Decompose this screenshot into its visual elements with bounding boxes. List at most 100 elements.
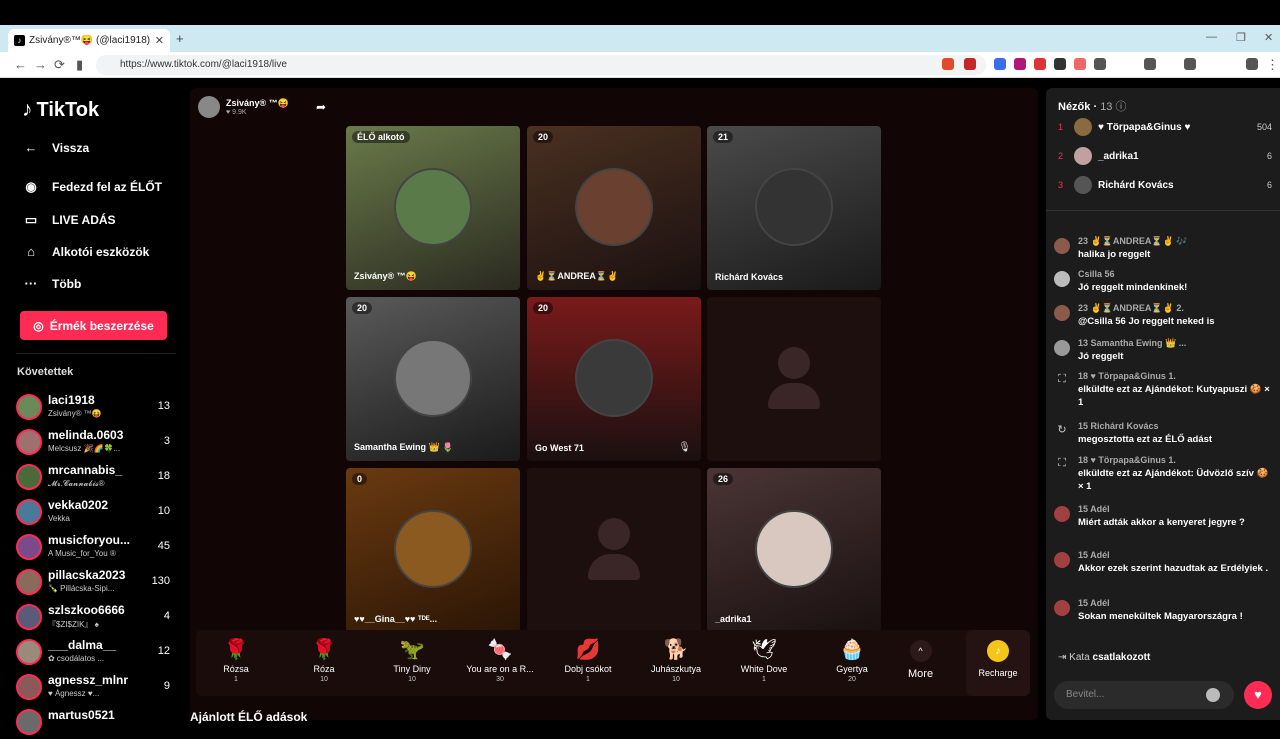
rose-icon: 🌹 [311, 639, 337, 661]
gift-item[interactable]: 🕊 White Dove 1 [724, 636, 804, 683]
following-item[interactable]: pillacska2023 🍾 Pillácska-Sipi... 130 [16, 567, 176, 599]
minimize-icon[interactable]: — [1206, 31, 1217, 43]
guest-tile[interactable]: 20 ✌⏳ANDREA⏳✌ [527, 126, 701, 290]
forward-nav-icon[interactable]: → [34, 57, 47, 72]
following-item[interactable]: szlszkoo6666 『$ZI$ZIK』 ♠ 4 [16, 602, 176, 634]
url-field[interactable]: https://www.tiktok.com/@laci1918/live [96, 55, 986, 75]
bookmark-icon[interactable]: ▮ [76, 57, 83, 73]
rewards-icon[interactable] [964, 58, 976, 70]
following-item[interactable]: agnessz_mlnr ♥ Ágnessz ♥... 9 [16, 672, 176, 704]
chat-sender[interactable]: 15 Richárd Kovács [1078, 421, 1159, 431]
placeholder-body [768, 383, 820, 409]
guest-tile[interactable]: 20 Samantha Ewing 👑 🌷 [346, 297, 520, 461]
emoji-icon[interactable] [1206, 688, 1220, 702]
back-link[interactable]: ← Vissza [22, 140, 90, 155]
guest-tile[interactable]: 0 ♥♥__Gina__♥♥ ᵀᴰᴱ... [346, 468, 520, 632]
top-viewer-row[interactable]: 3 Richárd Kovács 6 [1058, 174, 1272, 196]
nav-label: Több [52, 276, 82, 291]
extension-icon[interactable] [994, 58, 1006, 70]
top-viewer-row[interactable]: 1 ♥ Törpapa&Ginus ♥ 504 [1058, 116, 1272, 138]
gift-item[interactable]: 🧁 Gyertya 20 [812, 636, 892, 683]
following-item[interactable]: ___dalma__ ✿ csodálatos ... 12 [16, 637, 176, 669]
avatar[interactable] [1054, 238, 1070, 254]
following-sub: Vekka [48, 514, 70, 523]
coin-icon: ♪ [987, 640, 1009, 662]
following-item[interactable]: laci1918 Zsivány® ™😝 13 [16, 392, 176, 424]
like-heart-button[interactable]: ♥ [1244, 681, 1272, 709]
joined-user: Kata [1069, 652, 1090, 663]
avatar[interactable] [1054, 506, 1070, 522]
gift-item[interactable]: 🌹 Rózsa 1 [196, 636, 276, 683]
maximize-icon[interactable]: ❐ [1236, 31, 1246, 44]
following-name: pillacska2023 [48, 568, 126, 582]
download-icon[interactable] [1144, 58, 1156, 70]
recharge-button[interactable]: ♪ Recharge [966, 630, 1030, 696]
chat-input[interactable]: Bevitel... [1054, 681, 1234, 709]
guest-tile[interactable]: 20 Go West 71 🎙 [527, 297, 701, 461]
gift-item[interactable]: 🌹 Róza 10 [284, 636, 364, 683]
nav-explore-live[interactable]: ◉ Fedezd fel az ÉLŐT [22, 179, 162, 195]
get-coins-button[interactable]: ◎ Érmék beszerzése [20, 311, 167, 340]
nav-creator-tools[interactable]: ⌂ Alkotói eszközök [22, 244, 149, 259]
info-icon[interactable]: ⓘ [1116, 101, 1127, 113]
guest-tile[interactable]: ÉLŐ alkotó Zsivány® ™😝 [346, 126, 520, 290]
chat-sender[interactable]: Csilla 56 [1078, 269, 1115, 279]
following-item[interactable]: martus0521 [16, 707, 176, 739]
chat-sender[interactable]: 23 ✌⏳ANDREA⏳✌ 🎶 [1078, 236, 1188, 247]
chat-sender[interactable]: 15 Adél [1078, 504, 1110, 514]
guest-tile[interactable]: 21 Richárd Kovács [707, 126, 881, 290]
top-viewer-row[interactable]: 2 _adrika1 6 [1058, 145, 1272, 167]
extension-icon[interactable] [1074, 58, 1086, 70]
shield-icon[interactable] [1246, 58, 1258, 70]
more-gifts-button[interactable]: ^ More [908, 640, 933, 680]
empty-seat[interactable] [527, 468, 701, 632]
following-item[interactable]: musicforyou... A Music_for_You ® 45 [16, 532, 176, 564]
brave-shield-icon[interactable] [942, 58, 954, 70]
gift-item[interactable]: 🦖 Tiny Diny 10 [372, 636, 452, 683]
extension-icon[interactable] [1014, 58, 1026, 70]
following-item[interactable]: vekka0202 Vekka 10 [16, 497, 176, 529]
chat-sender[interactable]: 18 ♥ Törpapa&Ginus 1. [1078, 455, 1176, 465]
avatar[interactable] [1054, 600, 1070, 616]
hls-extension-icon[interactable] [1034, 58, 1046, 70]
close-window-icon[interactable]: ✕ [1264, 31, 1273, 44]
chat-sender[interactable]: 13 Samantha Ewing 👑 ... [1078, 338, 1186, 349]
house-icon: ⌂ [27, 244, 35, 259]
host-avatar[interactable] [198, 96, 220, 118]
chat-sender[interactable]: 15 Adél [1078, 598, 1110, 608]
close-tab-icon[interactable]: ✕ [155, 34, 164, 47]
following-name: melinda.0603 [48, 428, 124, 442]
avatar[interactable] [1054, 552, 1070, 568]
nav-live-studio[interactable]: ▭ LIVE ADÁS [22, 212, 116, 228]
extension-icon[interactable] [1054, 58, 1066, 70]
following-name: szlszkoo6666 [48, 603, 125, 617]
guest-tile[interactable]: 26 _adrika1 [707, 468, 881, 632]
following-item[interactable]: mrcannabis_ 𝓜𝓻.𝓒𝓪𝓷𝓷𝓪𝓫𝓲𝓼® 18 [16, 462, 176, 494]
following-item[interactable]: melinda.0603 Melcsusz 🎉🌈🍀... 3 [16, 427, 176, 459]
avatar[interactable] [1054, 340, 1070, 356]
new-tab-icon[interactable]: + [176, 31, 184, 46]
sidebar-toggle-icon[interactable] [1184, 58, 1196, 70]
menu-icon[interactable]: ⋮ [1266, 57, 1279, 73]
empty-seat[interactable] [707, 297, 881, 461]
gift-item[interactable]: 💋 Dobj csókot 1 [548, 636, 628, 683]
avatar[interactable] [1054, 305, 1070, 321]
host-info[interactable]: Zsivány® ™😝 ♥ 9.9K [198, 96, 289, 118]
browser-tab[interactable]: ♪ Zsivány®™😝 (@laci1918) Élő ✕ [8, 29, 170, 52]
following-sub: Melcsusz 🎉🌈🍀... [48, 444, 121, 453]
avatar [394, 168, 472, 246]
puzzle-icon[interactable] [1094, 58, 1106, 70]
avatar[interactable] [1054, 271, 1070, 287]
chat-sender[interactable]: 18 ♥ Törpapa&Ginus 1. [1078, 371, 1176, 381]
avatar [16, 429, 42, 455]
chat-sender[interactable]: 15 Adél [1078, 550, 1110, 560]
share-icon[interactable]: ➦ [316, 100, 326, 114]
gift-item[interactable]: 🐕 Juhászkutya 10 [636, 636, 716, 683]
avatar [1074, 118, 1092, 136]
nav-more[interactable]: ··· Több [22, 276, 82, 291]
reload-icon[interactable]: ⟳ [54, 57, 65, 73]
tiktok-logo[interactable]: ♪ TikTok [22, 98, 99, 122]
back-nav-icon[interactable]: ← [14, 57, 27, 72]
chat-sender[interactable]: 23 ✌⏳ANDREA⏳✌ 2. [1078, 303, 1184, 314]
gift-item[interactable]: 🍬 You are on a R... 30 [460, 636, 540, 683]
